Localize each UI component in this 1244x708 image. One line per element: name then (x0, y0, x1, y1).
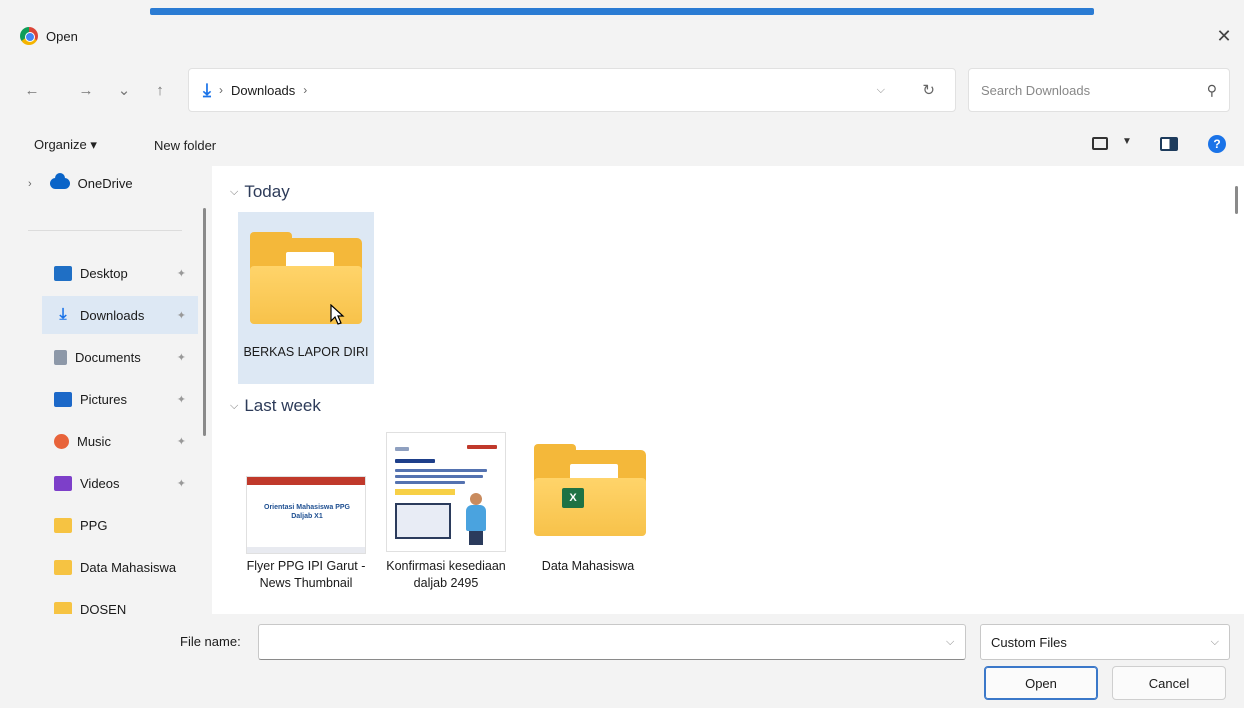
sidebar-item-pictures[interactable]: Pictures ✦ (42, 380, 198, 418)
folder-icon (54, 559, 72, 575)
document-icon (54, 349, 67, 365)
desktop-icon (54, 265, 72, 281)
file-item-data-mahasiswa[interactable]: X Data Mahasiswa (520, 428, 656, 614)
sidebar-item-label: Documents (75, 349, 141, 365)
chevron-down-icon[interactable]: ▼ (1122, 136, 1132, 147)
chevron-down-icon: ⌵ (230, 185, 239, 198)
chevron-down-icon: ⌵ (230, 399, 239, 412)
sidebar-item-videos[interactable]: Videos ✦ (42, 464, 198, 502)
pin-icon: ✦ (176, 435, 186, 448)
pin-icon: ✦ (176, 309, 186, 322)
file-name: Data Mahasiswa (541, 559, 635, 573)
dialog-footer: File name: ⌵ Custom Files ⌵ Open Cancel (0, 614, 1244, 708)
sidebar-scrollbar[interactable] (203, 208, 206, 436)
pin-icon: ✦ (176, 267, 186, 280)
file-name: Konfirmasi kesediaan daljab 2495 (386, 559, 506, 590)
file-list: ⌵ Today BERKAS LAPOR DIRI ⌵ Last week Or… (216, 166, 1244, 614)
up-icon[interactable]: ↑ (146, 76, 174, 104)
browser-tab-strip (0, 0, 1244, 16)
cancel-button[interactable]: Cancel (1112, 666, 1226, 700)
refresh-icon[interactable]: ↻ (922, 81, 935, 99)
pictures-icon (54, 391, 72, 407)
thumbnail-text: Orientasi Mahasiswa PPG Daljab X1 (264, 504, 350, 520)
group-header-label: Last week (244, 396, 321, 415)
sidebar-item-downloads[interactable]: ⤓ Downloads ✦ (42, 296, 198, 334)
download-icon: ⤓ (59, 306, 67, 323)
image-thumbnail (386, 432, 506, 552)
sidebar-item-dosen[interactable]: DOSEN (42, 590, 198, 614)
forward-icon[interactable]: → (72, 76, 100, 104)
title-bar: Open ✕ (0, 16, 1244, 56)
file-name: Flyer PPG IPI Garut - News Thumbnail (246, 559, 366, 590)
sidebar-item-documents[interactable]: Documents ✦ (42, 338, 198, 376)
folder-icon (54, 517, 72, 533)
organize-button[interactable]: Organize ▾ (34, 137, 97, 153)
file-item-flyer-ppg[interactable]: Orientasi Mahasiswa PPG Daljab X1 Flyer … (238, 428, 374, 614)
sidebar-item-desktop[interactable]: Desktop ✦ (42, 254, 198, 292)
pin-icon: ✦ (176, 477, 186, 490)
sidebar-item-label: Pictures (80, 391, 127, 407)
pin-icon: ✦ (176, 393, 186, 406)
address-bar[interactable]: ⤓ › Downloads › ⌵ ↻ (188, 68, 956, 112)
group-header-today[interactable]: ⌵ Today (230, 182, 290, 202)
navigation-pane: › OneDrive Desktop ✦ ⤓ Downloads ✦ Docum… (0, 166, 212, 614)
sidebar-item-data-mahasiswa[interactable]: Data Mahasiswa (42, 548, 198, 586)
sidebar-item-label: DOSEN (80, 601, 127, 615)
sidebar-item-label: PPG (80, 517, 108, 533)
preview-pane-icon[interactable] (1160, 137, 1178, 151)
onedrive-icon (49, 173, 70, 189)
image-thumbnail: Orientasi Mahasiswa PPG Daljab X1 (246, 476, 366, 554)
breadcrumb-downloads[interactable]: Downloads (231, 83, 295, 98)
search-box[interactable]: Search Downloads ⚲ (968, 68, 1230, 112)
help-icon[interactable]: ? (1208, 135, 1226, 153)
file-name: BERKAS LAPOR DIRI (243, 345, 369, 359)
sidebar-item-label: Desktop (80, 265, 128, 281)
search-icon: ⚲ (1206, 81, 1217, 98)
close-icon[interactable]: ✕ (1212, 24, 1236, 48)
music-icon (54, 433, 69, 449)
pin-icon: ✦ (176, 351, 186, 364)
sidebar-item-label: OneDrive (77, 176, 133, 191)
breadcrumb-separator: › (218, 83, 223, 97)
chrome-icon (20, 27, 38, 45)
sidebar-item-label: Downloads (80, 307, 145, 323)
content-scrollbar[interactable] (1235, 186, 1238, 214)
mouse-cursor-icon (330, 304, 345, 325)
group-header-label: Today (244, 182, 290, 201)
sidebar-item-label: Data Mahasiswa (80, 559, 177, 575)
open-button[interactable]: Open (984, 666, 1098, 700)
excel-icon: X (562, 488, 584, 508)
sidebar-item-label: Music (77, 433, 111, 449)
progress-accent (150, 8, 1094, 15)
file-item-berkas-lapor-diri[interactable]: BERKAS LAPOR DIRI (238, 212, 374, 384)
file-type-select[interactable]: Custom Files ⌵ (980, 624, 1230, 660)
sidebar-item-label: Videos (80, 475, 120, 491)
window-title: Open (46, 28, 78, 44)
download-icon: ⤓ (203, 79, 211, 100)
folder-icon (54, 601, 72, 614)
file-type-value: Custom Files (991, 634, 1067, 650)
navigation-bar: ← → ⌄ ↑ ⤓ › Downloads › ⌵ ↻ Search Downl… (0, 56, 1244, 124)
view-options-icon[interactable] (1092, 137, 1108, 150)
sidebar-divider (28, 230, 182, 231)
sidebar-item-ppg[interactable]: PPG (42, 506, 198, 544)
recent-locations-icon[interactable]: ⌄ (110, 76, 138, 104)
videos-icon (54, 475, 72, 491)
group-header-last-week[interactable]: ⌵ Last week (230, 396, 321, 416)
breadcrumb-separator: › (303, 83, 308, 97)
address-dropdown-icon[interactable]: ⌵ (877, 84, 885, 97)
file-item-konfirmasi[interactable]: Konfirmasi kesediaan daljab 2495 (378, 428, 514, 614)
chevron-down-icon: ⌵ (1210, 635, 1219, 648)
sidebar-item-onedrive[interactable]: › OneDrive (28, 173, 133, 191)
file-name-dropdown-icon[interactable]: ⌵ (946, 636, 954, 649)
sidebar-item-music[interactable]: Music ✦ (42, 422, 198, 460)
command-bar: Organize ▾ New folder ▼ ? (0, 124, 1244, 166)
search-input[interactable]: Search Downloads (981, 83, 1207, 98)
back-icon[interactable]: ← (18, 76, 46, 104)
new-folder-button[interactable]: New folder (154, 138, 216, 153)
file-name-label: File name: (180, 634, 241, 649)
chevron-right-icon[interactable]: › (28, 178, 32, 190)
excel-folder-icon: X (534, 444, 646, 536)
file-name-input[interactable] (258, 624, 966, 660)
